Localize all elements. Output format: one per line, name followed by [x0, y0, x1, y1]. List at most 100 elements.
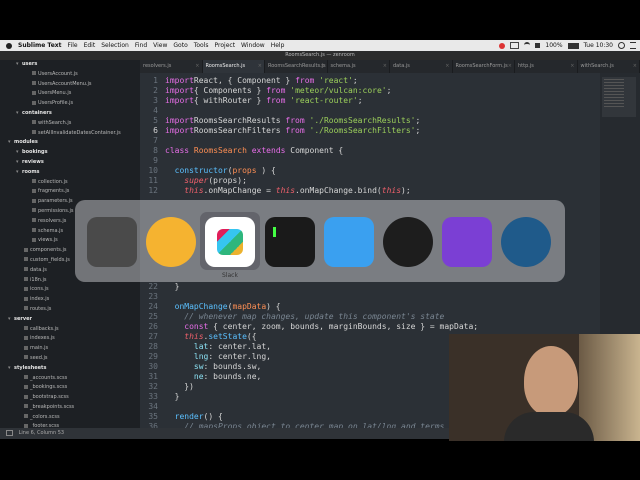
code-line[interactable]: }	[165, 282, 180, 291]
sidebar-file[interactable]: _breakpoints.scss	[0, 403, 140, 413]
code-token: ;	[415, 126, 421, 135]
editor-tab[interactable]: schema.js ×	[328, 60, 390, 73]
apple-menu-icon[interactable]	[6, 42, 12, 49]
code-line[interactable]: import{ Components } from 'meteor/vulcan…	[165, 86, 391, 95]
code-line[interactable]: constructor(props ) {	[165, 166, 276, 175]
menu-item-window[interactable]: Window	[241, 42, 265, 49]
code-line[interactable]: const { center, zoom, bounds, marginBoun…	[165, 322, 478, 331]
sublime-text-icon[interactable]	[87, 217, 137, 267]
sidebar-file[interactable]: callbacks.js	[0, 325, 140, 335]
menu-item-tools[interactable]: Tools	[194, 42, 209, 49]
tab-close-icon[interactable]: ×	[445, 60, 449, 73]
code-line[interactable]: class RoomsSearch extends Component {	[165, 146, 343, 155]
sourcetree-icon[interactable]	[501, 217, 551, 267]
sidebar-file[interactable]: collection.js	[0, 178, 140, 188]
tab-close-icon[interactable]: ×	[570, 60, 574, 73]
sidebar-folder[interactable]: ▾ containers	[0, 109, 140, 119]
sidebar-file[interactable]: UsersProfile.js	[0, 99, 140, 109]
menu-item-selection[interactable]: Selection	[101, 42, 129, 49]
sidebar-file[interactable]: _accounts.scss	[0, 374, 140, 384]
editor-tab[interactable]: RoomsSearchResults.js ×	[265, 60, 328, 73]
sidebar-file[interactable]: main.js	[0, 344, 140, 354]
tab-close-icon[interactable]: ×	[320, 60, 324, 73]
obs-icon[interactable]	[383, 217, 433, 267]
sidebar-file[interactable]: UsersMenu.js	[0, 89, 140, 99]
spotlight-icon[interactable]	[618, 42, 625, 49]
battery-icon[interactable]	[567, 42, 579, 49]
sidebar-file[interactable]: UsersAccount.js	[0, 70, 140, 80]
volume-icon[interactable]	[535, 43, 541, 48]
sidebar-folder[interactable]: ▾ bookings	[0, 148, 140, 158]
code-line[interactable]: importRoomsSearchFilters from './RoomsSe…	[165, 126, 420, 135]
code-line[interactable]: lng: center.lng,	[165, 352, 271, 361]
menu-item-goto[interactable]: Goto	[173, 42, 187, 49]
code-line[interactable]: })	[165, 382, 194, 391]
tab-close-icon[interactable]: ×	[195, 60, 199, 73]
sidebar-file[interactable]: _bootstrap.scss	[0, 393, 140, 403]
wifi-icon[interactable]	[524, 42, 531, 49]
sidebar-file[interactable]: _bookings.scss	[0, 383, 140, 393]
menu-item-project[interactable]: Project	[215, 42, 236, 49]
code-line[interactable]: onMapChange(mapData) {	[165, 302, 281, 311]
menu-item-view[interactable]: View	[153, 42, 167, 49]
sidebar-item-label: UsersAccountMenu.js	[38, 80, 92, 87]
tab-close-icon[interactable]: ×	[508, 60, 512, 73]
code-line[interactable]: lat: center.lat,	[165, 342, 271, 351]
editor-tab[interactable]: resolvers.js ×	[140, 60, 203, 73]
code-line[interactable]: sw: bounds.sw,	[165, 362, 261, 371]
tab-close-icon[interactable]: ×	[633, 60, 637, 73]
dash-icon[interactable]	[442, 217, 492, 267]
tab-close-icon[interactable]: ×	[258, 60, 262, 73]
menu-app-name[interactable]: Sublime Text	[18, 42, 62, 49]
code-line[interactable]: this.onMapChange = this.onMapChange.bind…	[165, 186, 410, 195]
menu-item-find[interactable]: Find	[135, 42, 147, 49]
sidebar-folder[interactable]: ▾ rooms	[0, 168, 140, 178]
code-token: ;	[386, 86, 392, 95]
chrome-canary-icon[interactable]	[146, 217, 196, 267]
sidebar-folder[interactable]: ▾ server	[0, 315, 140, 325]
menu-item-file[interactable]: File	[68, 42, 78, 49]
slack-icon[interactable]	[205, 217, 255, 267]
code-line[interactable]: importRoomsSearchResults from './RoomsSe…	[165, 116, 420, 125]
notification-center-icon[interactable]	[630, 42, 636, 49]
editor-tab[interactable]: withSearch.js ×	[578, 60, 640, 73]
sidebar-file[interactable]: indexes.js	[0, 334, 140, 344]
sidebar-file[interactable]: _colors.scss	[0, 413, 140, 423]
menubar-clock[interactable]: Tue 10:30	[584, 42, 613, 49]
code-line[interactable]: this.setState({	[165, 332, 256, 341]
sidebar-file[interactable]: setAllInvalidateDatesContainer.js	[0, 129, 140, 139]
screen-icon[interactable]	[510, 42, 520, 49]
editor-tab[interactable]: RoomsSearch.js ×	[202, 60, 265, 73]
sidebar-file[interactable]: icons.js	[0, 285, 140, 295]
sidebar-folder[interactable]: ▾ reviews	[0, 158, 140, 168]
finder-icon[interactable]	[324, 217, 374, 267]
sidebar-file[interactable]: withSearch.js	[0, 119, 140, 129]
terminal-icon[interactable]	[265, 217, 315, 267]
sidebar-file[interactable]: UsersAccountMenu.js	[0, 80, 140, 90]
code-token: './RoomsSearchFilters'	[309, 126, 416, 135]
code-line[interactable]: importReact, { Component } from 'react';	[165, 76, 358, 85]
sidebar-file[interactable]: fragments.js	[0, 187, 140, 197]
menu-item-edit[interactable]: Edit	[84, 42, 96, 49]
code-line[interactable]: }	[165, 392, 180, 401]
code-line[interactable]: super(props);	[165, 176, 247, 185]
sidebar-folder[interactable]: ▾ modules	[0, 138, 140, 148]
tab-close-icon[interactable]: ×	[383, 60, 387, 73]
sidebar-file[interactable]: seed.js	[0, 354, 140, 364]
menu-item-help[interactable]: Help	[271, 42, 285, 49]
sidebar-folder[interactable]: ▾ users	[0, 60, 140, 70]
editor-tab[interactable]: http.js ×	[515, 60, 578, 73]
sidebar-file[interactable]: routes.js	[0, 305, 140, 315]
code-line[interactable]: import{ withRouter } from 'react-router'…	[165, 96, 363, 105]
editor-tab[interactable]: data.js ×	[390, 60, 453, 73]
code-line[interactable]: ne: bounds.ne,	[165, 372, 261, 381]
code-line[interactable]: render() {	[165, 412, 223, 421]
panel-toggle-icon[interactable]	[6, 429, 13, 436]
sidebar-file[interactable]: index.js	[0, 295, 140, 305]
editor-tab[interactable]: RoomsSearchForm.js ×	[453, 60, 515, 73]
battery-percent[interactable]: 100%	[545, 42, 562, 49]
record-icon[interactable]	[499, 42, 506, 49]
sidebar-folder[interactable]: ▾ stylesheets	[0, 364, 140, 374]
code-line[interactable]: // whenever map changes, update this com…	[165, 312, 444, 321]
